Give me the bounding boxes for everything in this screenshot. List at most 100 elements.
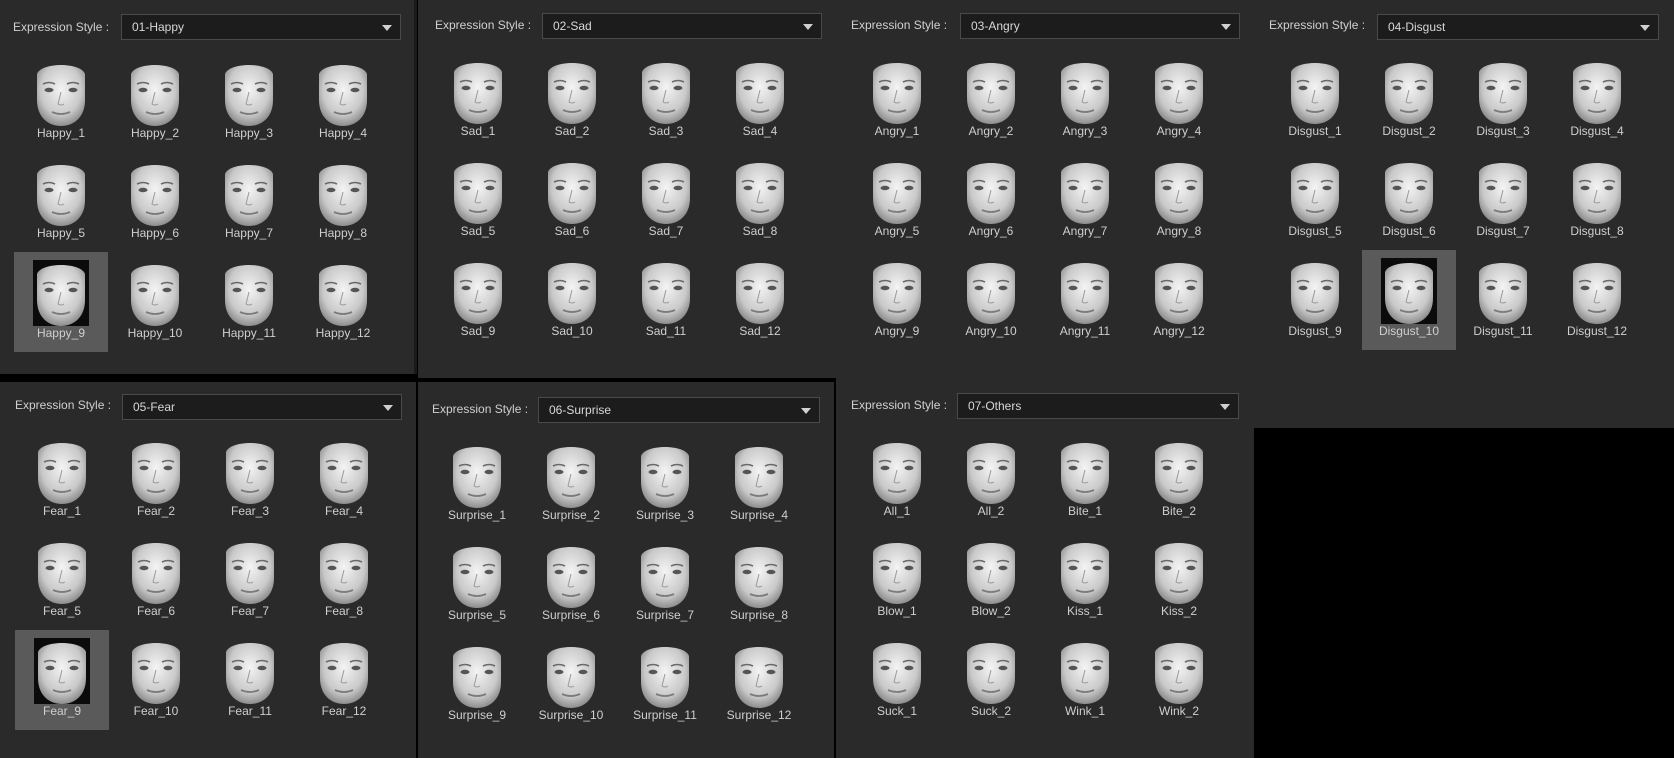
expression-tile[interactable]: Sad_11 <box>619 250 713 350</box>
expression-tile[interactable]: Angry_4 <box>1132 50 1226 150</box>
expression-tile[interactable]: Sad_6 <box>525 150 619 250</box>
expression-label: Sad_8 <box>742 224 778 238</box>
expression-tile[interactable]: Suck_2 <box>944 630 1038 730</box>
expression-tile[interactable]: Angry_3 <box>1038 50 1132 150</box>
expression-tile[interactable]: Kiss_1 <box>1038 530 1132 630</box>
expression-tile[interactable]: Sad_1 <box>431 50 525 150</box>
expression-tile[interactable]: Disgust_2 <box>1362 50 1456 150</box>
expression-tile[interactable]: Fear_8 <box>297 530 391 630</box>
expression-tile[interactable]: Blow_2 <box>944 530 1038 630</box>
expression-style-dropdown[interactable]: 07-Others <box>957 393 1239 419</box>
expression-tile[interactable]: Disgust_12 <box>1550 250 1644 350</box>
expression-tile[interactable]: Angry_11 <box>1038 250 1132 350</box>
expression-tile[interactable]: Angry_8 <box>1132 150 1226 250</box>
expression-tile[interactable]: Fear_9 <box>15 630 109 730</box>
expression-tile[interactable]: Happy_4 <box>296 52 390 152</box>
expression-tile[interactable]: Happy_8 <box>296 152 390 252</box>
expression-tile[interactable]: Bite_1 <box>1038 430 1132 530</box>
expression-tile[interactable]: Happy_9 <box>14 252 108 352</box>
expression-tile[interactable]: Sad_7 <box>619 150 713 250</box>
face-thumbnail <box>33 160 89 226</box>
expression-tile[interactable]: Fear_2 <box>109 430 203 530</box>
expression-tile[interactable]: Angry_9 <box>850 250 944 350</box>
expression-tile[interactable]: Disgust_3 <box>1456 50 1550 150</box>
expression-tile[interactable]: Disgust_1 <box>1268 50 1362 150</box>
expression-tile[interactable]: Surprise_9 <box>430 634 524 734</box>
expression-tile[interactable]: Fear_1 <box>15 430 109 530</box>
expression-tile[interactable]: Sad_9 <box>431 250 525 350</box>
expression-tile[interactable]: Kiss_2 <box>1132 530 1226 630</box>
expression-tile[interactable]: Disgust_7 <box>1456 150 1550 250</box>
expression-tile[interactable]: All_1 <box>850 430 944 530</box>
face-thumbnail <box>128 538 184 604</box>
expression-tile[interactable]: Surprise_4 <box>712 434 806 534</box>
expression-tile[interactable]: Angry_1 <box>850 50 944 150</box>
expression-tile[interactable]: Sad_12 <box>713 250 807 350</box>
expression-tile[interactable]: Surprise_5 <box>430 534 524 634</box>
expression-tile[interactable]: Surprise_6 <box>524 534 618 634</box>
expression-tile[interactable]: Happy_1 <box>14 52 108 152</box>
face-thumbnail <box>1475 258 1531 324</box>
expression-style-dropdown[interactable]: 05-Fear <box>122 394 402 420</box>
expression-tile[interactable]: Blow_1 <box>850 530 944 630</box>
expression-tile[interactable]: Happy_5 <box>14 152 108 252</box>
expression-tile[interactable]: Angry_6 <box>944 150 1038 250</box>
expression-tile[interactable]: Fear_10 <box>109 630 203 730</box>
expression-tile[interactable]: Surprise_12 <box>712 634 806 734</box>
expression-tile[interactable]: Disgust_8 <box>1550 150 1644 250</box>
expression-tile[interactable]: Fear_6 <box>109 530 203 630</box>
expression-tile[interactable]: Sad_10 <box>525 250 619 350</box>
expression-tile[interactable]: Happy_6 <box>108 152 202 252</box>
expression-label: Disgust_5 <box>1288 224 1342 238</box>
face-thumbnail <box>127 260 183 326</box>
expression-tile[interactable]: Sad_5 <box>431 150 525 250</box>
expression-tile[interactable]: Happy_10 <box>108 252 202 352</box>
expression-tile[interactable]: Disgust_10 <box>1362 250 1456 350</box>
expression-tile[interactable]: Surprise_1 <box>430 434 524 534</box>
expression-tile[interactable]: Disgust_5 <box>1268 150 1362 250</box>
expression-style-dropdown[interactable]: 01-Happy <box>121 14 401 40</box>
expression-tile[interactable]: Angry_7 <box>1038 150 1132 250</box>
expression-tile[interactable]: Angry_12 <box>1132 250 1226 350</box>
expression-tile[interactable]: Disgust_9 <box>1268 250 1362 350</box>
expression-tile[interactable]: Fear_5 <box>15 530 109 630</box>
expression-style-dropdown[interactable]: 06-Surprise <box>538 397 820 423</box>
expression-tile[interactable]: Disgust_4 <box>1550 50 1644 150</box>
expression-tile[interactable]: Happy_3 <box>202 52 296 152</box>
expression-tile[interactable]: Happy_7 <box>202 152 296 252</box>
expression-tile[interactable]: Surprise_8 <box>712 534 806 634</box>
expression-tile[interactable]: Angry_2 <box>944 50 1038 150</box>
expression-tile[interactable]: Happy_11 <box>202 252 296 352</box>
expression-tile[interactable]: Angry_10 <box>944 250 1038 350</box>
expression-tile[interactable]: Sad_4 <box>713 50 807 150</box>
expression-label: Sad_11 <box>645 324 687 338</box>
expression-tile[interactable]: Sad_8 <box>713 150 807 250</box>
expression-style-dropdown[interactable]: 02-Sad <box>542 13 822 39</box>
expression-style-dropdown[interactable]: 03-Angry <box>960 13 1240 39</box>
expression-tile[interactable]: All_2 <box>944 430 1038 530</box>
expression-label: Happy_12 <box>315 326 371 340</box>
expression-tile[interactable]: Fear_3 <box>203 430 297 530</box>
expression-tile[interactable]: Angry_5 <box>850 150 944 250</box>
expression-tile[interactable]: Bite_2 <box>1132 430 1226 530</box>
expression-tile[interactable]: Surprise_10 <box>524 634 618 734</box>
expression-tile[interactable]: Disgust_11 <box>1456 250 1550 350</box>
expression-tile[interactable]: Suck_1 <box>850 630 944 730</box>
expression-tile[interactable]: Sad_2 <box>525 50 619 150</box>
expression-label: Sad_4 <box>742 124 778 138</box>
expression-tile[interactable]: Wink_2 <box>1132 630 1226 730</box>
expression-tile[interactable]: Sad_3 <box>619 50 713 150</box>
expression-tile[interactable]: Surprise_3 <box>618 434 712 534</box>
expression-tile[interactable]: Surprise_11 <box>618 634 712 734</box>
expression-tile[interactable]: Fear_11 <box>203 630 297 730</box>
expression-tile[interactable]: Surprise_7 <box>618 534 712 634</box>
expression-tile[interactable]: Surprise_2 <box>524 434 618 534</box>
expression-tile[interactable]: Fear_7 <box>203 530 297 630</box>
expression-tile[interactable]: Fear_12 <box>297 630 391 730</box>
expression-tile[interactable]: Happy_2 <box>108 52 202 152</box>
expression-tile[interactable]: Fear_4 <box>297 430 391 530</box>
expression-tile[interactable]: Wink_1 <box>1038 630 1132 730</box>
expression-tile[interactable]: Disgust_6 <box>1362 150 1456 250</box>
expression-style-dropdown[interactable]: 04-Disgust <box>1377 14 1659 40</box>
expression-tile[interactable]: Happy_12 <box>296 252 390 352</box>
